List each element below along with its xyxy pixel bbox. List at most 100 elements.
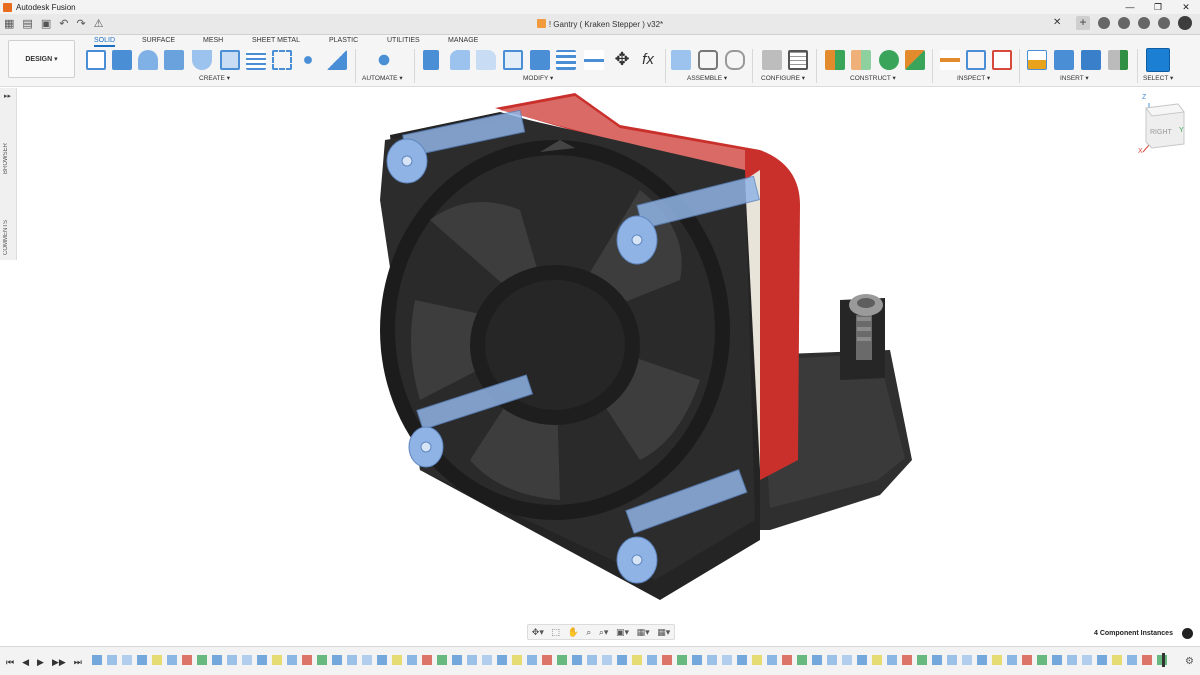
save-icon[interactable]: ▣ [41,17,51,30]
automate-icon[interactable] [374,50,394,70]
timeline-feature-marker[interactable] [782,655,792,665]
grid-snaps-icon[interactable]: ▦▾ [637,627,650,638]
undo-icon[interactable]: ↶ [59,17,68,30]
group-select-label[interactable]: SELECT ▾ [1143,74,1173,82]
timeline-feature-marker[interactable] [722,655,732,665]
timeline-previous-icon[interactable]: ◀ [22,657,29,668]
document-tab[interactable]: ! Gantry ( Kraken Stepper ) v32* [0,16,1200,33]
comments-panel-label[interactable]: COMMENTS [3,220,9,255]
timeline-feature-marker[interactable] [1052,655,1062,665]
tab-plastic[interactable]: PLASTIC [329,37,358,44]
hole-icon[interactable] [220,50,240,70]
timeline-feature-marker[interactable] [887,655,897,665]
timeline-feature-marker[interactable] [482,655,492,665]
group-inspect-label[interactable]: INSPECT ▾ [957,74,990,82]
timeline-feature-marker[interactable] [1112,655,1122,665]
timeline-feature-marker[interactable] [362,655,372,665]
user-avatar[interactable] [1178,16,1192,30]
timeline-feature-marker[interactable] [212,655,222,665]
timeline-feature-marker[interactable] [137,655,147,665]
timeline-feature-marker[interactable] [857,655,867,665]
shell-icon[interactable] [503,50,523,70]
interference-icon[interactable] [966,50,986,70]
viewcube[interactable]: Z Y X RIGHT [1138,94,1188,158]
timeline-feature-marker[interactable] [257,655,267,665]
group-create-label[interactable]: CREATE ▾ [199,74,230,82]
timeline-marker-handle[interactable] [1162,653,1165,667]
app-grid-icon[interactable]: ▦ [4,17,14,30]
joint-icon[interactable] [698,50,718,70]
timeline-feature-marker[interactable] [497,655,507,665]
axis-through-cylinder-icon[interactable] [879,50,899,70]
timeline-feature-marker[interactable] [347,655,357,665]
fillet-icon[interactable] [450,50,470,70]
timeline-feature-marker[interactable] [842,655,852,665]
tab-utilities[interactable]: UTILITIES [387,37,420,44]
extrude-icon[interactable] [112,50,132,70]
timeline-feature-marker[interactable] [1142,655,1152,665]
timeline-feature-marker[interactable] [152,655,162,665]
timeline-feature-marker[interactable] [1127,655,1137,665]
timeline-feature-marker[interactable] [302,655,312,665]
minimize-button[interactable]: — [1116,0,1144,14]
timeline-feature-marker[interactable] [467,655,477,665]
tab-surface[interactable]: SURFACE [142,37,175,44]
timeline-feature-marker[interactable] [572,655,582,665]
viewcube-face-label[interactable]: RIGHT [1150,129,1172,136]
timeline-last-icon[interactable]: ⏭ [74,657,82,668]
tab-mesh[interactable]: MESH [203,37,223,44]
timeline-feature-marker[interactable] [512,655,522,665]
plane-at-angle-icon[interactable] [851,50,871,70]
insert-svg-icon[interactable] [1027,50,1047,70]
press-pull-icon[interactable] [423,50,439,70]
browser-panel-label[interactable]: BROWSER [3,143,9,174]
section-analysis-icon[interactable] [992,50,1012,70]
timeline-feature-marker[interactable] [332,655,342,665]
configure-icon[interactable] [762,50,782,70]
timeline-feature-marker[interactable] [1022,655,1032,665]
timeline-feature-marker[interactable] [692,655,702,665]
timeline-feature-marker[interactable] [392,655,402,665]
group-construct-label[interactable]: CONSTRUCT ▾ [850,74,896,82]
fan-housing[interactable] [380,112,760,600]
timeline-feature-marker[interactable] [932,655,942,665]
orbit-icon[interactable]: ✥▾ [532,627,544,638]
timeline-feature-marker[interactable] [182,655,192,665]
component-status-icon[interactable] [1182,628,1193,639]
timeline-feature-marker[interactable] [737,655,747,665]
timeline-feature-marker[interactable] [917,655,927,665]
group-configure-label[interactable]: CONFIGURE ▾ [761,74,805,82]
timeline-feature-marker[interactable] [1037,655,1047,665]
warning-icon[interactable]: ⚠ [94,17,104,30]
offset-plane-icon[interactable] [825,50,845,70]
timeline-feature-marker[interactable] [242,655,252,665]
new-tab-icon[interactable]: + [1076,16,1090,30]
timeline-feature-marker[interactable] [632,655,642,665]
tab-sheet-metal[interactable]: SHEET METAL [252,37,300,44]
group-automate-label[interactable]: AUTOMATE ▾ [362,74,403,82]
timeline-feature-marker[interactable] [992,655,1002,665]
pan-icon[interactable]: ✋ [567,627,578,638]
group-modify-label[interactable]: MODIFY ▾ [523,74,553,82]
timeline-feature-marker[interactable] [407,655,417,665]
zoom-icon[interactable]: ⌕ [586,627,591,638]
job-status-icon[interactable] [1118,17,1130,29]
timeline-feature-marker[interactable] [122,655,132,665]
timeline-feature-marker[interactable] [797,655,807,665]
timeline-feature-marker[interactable] [437,655,447,665]
timeline-feature-marker[interactable] [1082,655,1092,665]
chamfer-icon[interactable] [476,50,496,70]
extensions-icon[interactable] [1098,17,1110,29]
timeline-feature-marker[interactable] [662,655,672,665]
create-sketch-icon[interactable] [86,50,106,70]
measure-icon[interactable] [940,50,960,70]
timeline-feature-marker[interactable] [977,655,987,665]
timeline-feature-marker[interactable] [767,655,777,665]
timeline-feature-marker[interactable] [197,655,207,665]
split-body-icon[interactable] [556,50,576,70]
maximize-button[interactable]: ❐ [1144,0,1172,14]
revolve-icon[interactable] [138,50,158,70]
as-built-joint-icon[interactable] [725,50,745,70]
timeline-feature-marker[interactable] [827,655,837,665]
timeline-feature-marker[interactable] [527,655,537,665]
